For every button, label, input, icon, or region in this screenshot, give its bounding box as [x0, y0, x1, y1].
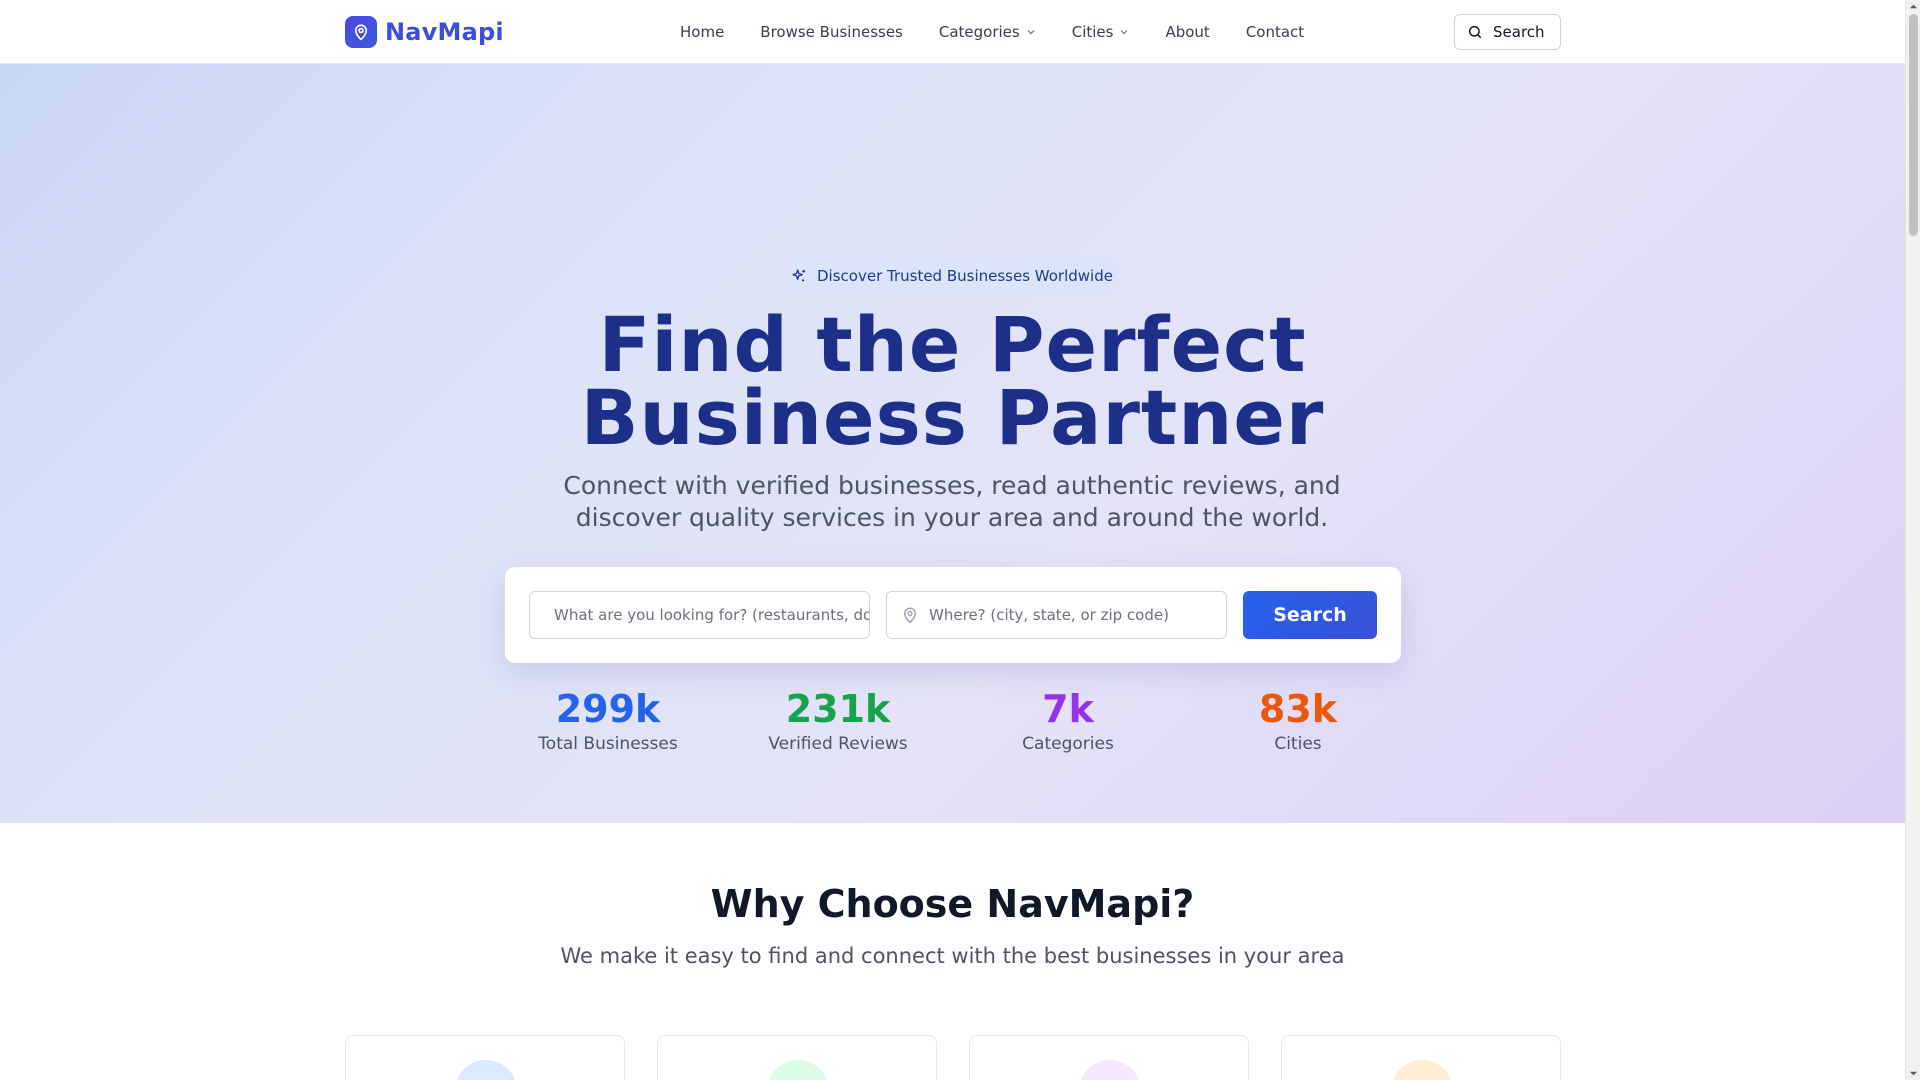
stat-total-businesses: 299k Total Businesses	[508, 686, 708, 754]
nav-home[interactable]: Home	[680, 23, 724, 41]
scroll-up-arrow-icon[interactable]	[1909, 2, 1918, 11]
brand-name: NavMapi	[385, 17, 504, 46]
what-search-input[interactable]: What are you looking for? (restaurants, …	[529, 591, 870, 639]
hero-badge-text: Discover Trusted Businesses Worldwide	[817, 267, 1113, 285]
stat-value: 7k	[1042, 687, 1094, 731]
stat-categories: 7k Categories	[968, 686, 1168, 754]
feature-card	[969, 1035, 1249, 1080]
feature-icon	[1079, 1060, 1141, 1080]
search-icon	[1468, 25, 1482, 39]
map-pin-icon	[904, 607, 916, 624]
chevron-down-icon	[1121, 30, 1128, 35]
stat-label: Cities	[1274, 734, 1322, 754]
chevron-down-icon	[1027, 30, 1035, 35]
feature-card	[1281, 1035, 1561, 1080]
hero-search-button[interactable]: Search	[1243, 591, 1377, 639]
map-pin-icon	[345, 15, 377, 48]
nav-browse-businesses[interactable]: Browse Businesses	[760, 23, 903, 41]
stat-cities: 83k Cities	[1198, 686, 1398, 754]
hero-title-line2: Business Partner	[580, 373, 1325, 462]
hero-section: Discover Trusted Businesses Worldwide Fi…	[0, 64, 1905, 823]
nav-search-label: Search	[1493, 23, 1545, 41]
stat-value: 299k	[555, 687, 661, 731]
feature-icon	[1391, 1060, 1453, 1080]
main-nav: Home Browse Businesses Categories Cities…	[680, 0, 1340, 64]
scrollbar-thumb[interactable]	[1909, 14, 1918, 236]
where-search-placeholder: Where? (city, state, or zip code)	[929, 606, 1169, 624]
what-search-placeholder: What are you looking for? (restaurants, …	[554, 606, 869, 624]
page-scrollbar[interactable]	[1905, 0, 1920, 1080]
nav-about-label: About	[1165, 23, 1210, 41]
top-navbar: NavMapi Home Browse Businesses Categorie…	[0, 0, 1905, 64]
feature-card	[345, 1035, 625, 1080]
nav-categories-label: Categories	[938, 23, 1020, 41]
nav-browse-label: Browse Businesses	[760, 23, 903, 41]
hero-title: Find the Perfect Business Partner	[0, 300, 1905, 462]
nav-contact[interactable]: Contact	[1246, 23, 1304, 41]
sparkles-icon	[792, 269, 805, 282]
hero-subtitle: Connect with verified businesses, read a…	[552, 470, 1352, 534]
stat-label: Verified Reviews	[768, 734, 908, 754]
hero-title-line1: Find the Perfect	[598, 300, 1307, 389]
feature-icon	[455, 1060, 517, 1080]
nav-cities-label: Cities	[1071, 23, 1114, 41]
stat-value: 83k	[1258, 687, 1338, 731]
nav-home-label: Home	[680, 23, 725, 41]
brand-logo[interactable]: NavMapi	[345, 15, 504, 48]
stat-label: Total Businesses	[538, 734, 678, 754]
page: NavMapi Home Browse Businesses Categorie…	[0, 0, 1905, 1080]
stat-verified-reviews: 231k Verified Reviews	[738, 686, 938, 754]
hero-badge: Discover Trusted Businesses Worldwide	[786, 257, 1118, 295]
feature-card	[657, 1035, 937, 1080]
nav-cities-dropdown[interactable]: Cities	[1072, 23, 1130, 41]
scroll-down-arrow-icon[interactable]	[1909, 1069, 1918, 1078]
why-section-title: Why Choose NavMapi?	[710, 882, 1195, 926]
why-section-subtitle: We make it easy to find and connect with…	[560, 944, 1345, 968]
nav-contact-label: Contact	[1245, 23, 1305, 41]
nav-categories-dropdown[interactable]: Categories	[939, 23, 1036, 41]
stat-value: 231k	[785, 687, 891, 731]
search-card: What are you looking for? (restaurants, …	[505, 567, 1401, 663]
nav-about[interactable]: About	[1165, 23, 1209, 41]
hero-subtitle-line2: discover quality services in your area a…	[575, 503, 1329, 532]
hero-subtitle-line1: Connect with verified businesses, read a…	[563, 471, 1341, 500]
where-search-input[interactable]: Where? (city, state, or zip code)	[886, 591, 1227, 639]
feature-icon	[767, 1060, 829, 1080]
stat-label: Categories	[1022, 734, 1114, 754]
nav-search-button[interactable]: Search	[1454, 14, 1561, 50]
